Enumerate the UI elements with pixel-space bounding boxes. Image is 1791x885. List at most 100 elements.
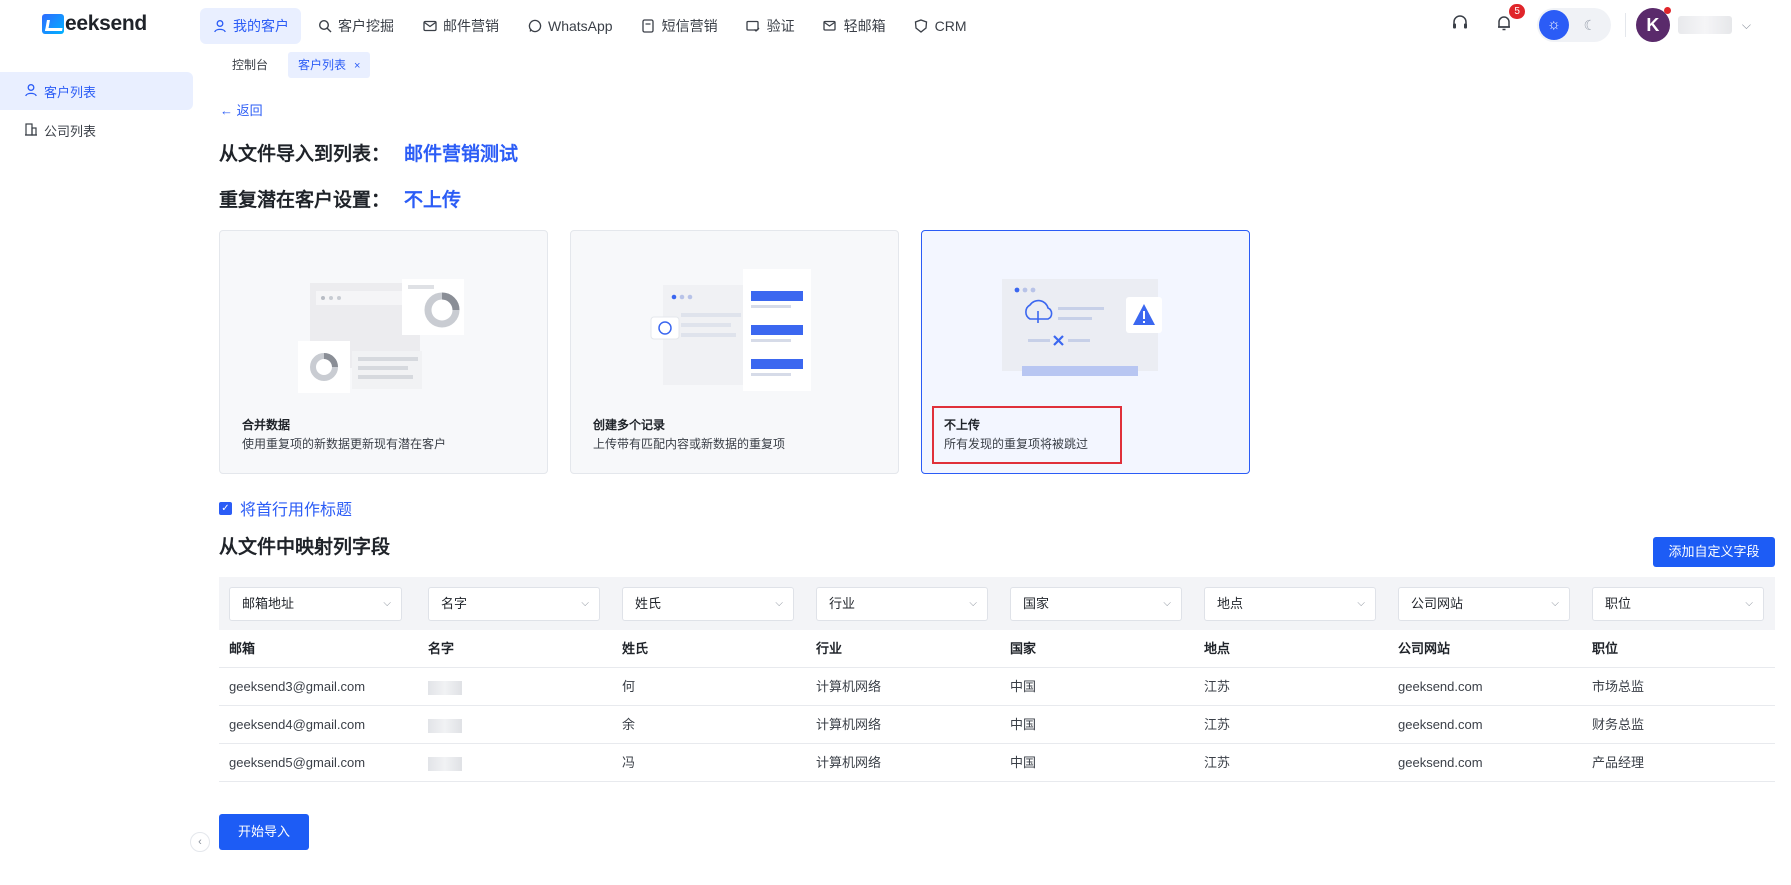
card-description: 使用重复项的新数据更新现有潜在客户 xyxy=(242,437,447,451)
table-cell: geeksend.com xyxy=(1398,717,1483,732)
tab-dashboard[interactable]: 控制台 xyxy=(222,52,278,78)
duplicate-setting-heading: 重复潜在客户设置： 不上传 xyxy=(219,185,461,212)
building-icon xyxy=(24,122,38,139)
nav-whatsapp[interactable]: WhatsApp xyxy=(515,8,625,44)
column-header: 姓氏 xyxy=(622,641,649,656)
dup-label: 重复潜在客户设置： xyxy=(219,190,391,211)
headset-icon[interactable] xyxy=(1449,14,1471,36)
column-header: 名字 xyxy=(428,641,455,656)
chevron-left-icon[interactable]: ‹ xyxy=(190,832,210,852)
nav-my-customers[interactable]: 我的客户 xyxy=(200,8,301,44)
sidebar-item-company-list[interactable]: 公司列表 xyxy=(0,111,193,149)
table-cell: 财务总监 xyxy=(1592,717,1645,732)
import-label: 从文件导入到列表： xyxy=(219,144,391,165)
user-icon xyxy=(24,83,38,100)
table-row: geeksend4@gmail.com 余 计算机网络 中国 江苏 geekse… xyxy=(219,706,1775,744)
moon-icon[interactable]: ☾ xyxy=(1575,10,1605,40)
table-cell: 冯 xyxy=(622,755,636,770)
bell-icon[interactable]: 5 xyxy=(1493,4,1525,36)
avatar[interactable]: K xyxy=(1635,7,1671,42)
column-header: 地点 xyxy=(1204,641,1231,656)
card-title: 创建多个记录 xyxy=(593,418,666,432)
dup-value: 不上传 xyxy=(404,190,462,211)
field-select[interactable]: 国家 ⌵ xyxy=(1010,587,1182,621)
table-row: geeksend3@gmail.com 何 计算机网络 中国 江苏 geekse… xyxy=(219,668,1775,706)
chevron-down-icon: ⌵ xyxy=(1357,598,1365,609)
sun-icon[interactable]: ☼ xyxy=(1538,10,1569,40)
nav-customer-mining[interactable]: 客户挖掘 xyxy=(305,8,406,44)
tab-customer-list[interactable]: 客户列表 × xyxy=(288,52,371,78)
blurred-name xyxy=(428,680,462,695)
nav-label: 邮件营销 xyxy=(443,18,499,34)
select-value: 国家 xyxy=(1023,596,1050,611)
table-cell: geeksend.com xyxy=(1398,755,1483,770)
select-value: 行业 xyxy=(829,596,856,611)
field-select[interactable]: 地点 ⌵ xyxy=(1204,587,1376,621)
table-cell: 中国 xyxy=(1010,755,1037,770)
field-select[interactable]: 公司网站 ⌵ xyxy=(1398,587,1570,621)
nav-crm[interactable]: CRM xyxy=(902,8,979,44)
chevron-down-icon: ⌵ xyxy=(1745,598,1753,609)
field-select[interactable]: 行业 ⌵ xyxy=(816,587,988,621)
nav-email-marketing[interactable]: 邮件营销 xyxy=(410,8,511,44)
sidebar-item-label: 公司列表 xyxy=(44,123,97,139)
user-icon xyxy=(212,19,227,34)
chevron-down-icon[interactable]: ⌵ xyxy=(1742,18,1751,33)
tab-label: 控制台 xyxy=(232,58,269,72)
sidebar-item-customer-list[interactable]: 客户列表 xyxy=(0,72,193,110)
nav-label: 客户挖掘 xyxy=(338,18,394,34)
close-icon[interactable]: × xyxy=(354,60,360,72)
blurred-name xyxy=(428,718,462,733)
username-blurred xyxy=(1677,16,1732,34)
field-select[interactable]: 姓氏 ⌵ xyxy=(622,587,794,621)
geeksend-logo[interactable]: eeksend xyxy=(42,12,147,36)
nav-sms-marketing[interactable]: 短信营销 xyxy=(629,8,730,44)
header-actions: 5 ☼ ☾ K ⌵ xyxy=(1449,4,1751,43)
table-cell: geeksend5@gmail.com xyxy=(229,755,366,770)
light-mail-icon xyxy=(823,19,838,34)
merge-illustration xyxy=(298,279,464,393)
add-custom-field-button[interactable]: 添加自定义字段 xyxy=(1653,537,1775,567)
table-cell: 余 xyxy=(622,717,636,732)
table-cell: 产品经理 xyxy=(1592,755,1645,770)
field-select[interactable]: 职位 ⌵ xyxy=(1592,587,1764,621)
theme-toggle[interactable]: ☼ ☾ xyxy=(1536,8,1611,42)
option-card-create-multiple[interactable]: 创建多个记录 上传带有匹配内容或新数据的重复项 xyxy=(570,230,899,474)
table-cell: 计算机网络 xyxy=(816,755,882,770)
table-cell: geeksend4@gmail.com xyxy=(229,717,366,732)
column-header: 行业 xyxy=(816,641,843,656)
multiple-records-illustration xyxy=(650,269,811,391)
nav-light-mailbox[interactable]: 轻邮箱 xyxy=(811,8,898,44)
checkbox-checked-icon[interactable]: ✓ xyxy=(219,501,232,515)
table-cell: 江苏 xyxy=(1204,717,1231,732)
nav-label: 轻邮箱 xyxy=(843,18,886,34)
mapping-table: 邮箱地址 ⌵ 名字 ⌵ 姓氏 ⌵ 行业 ⌵ 国家 ⌵ 地点 ⌵ 公司网站 ⌵ 职位 ⌵ 邮箱 名… xyxy=(219,577,1775,782)
select-value: 公司网站 xyxy=(1411,596,1464,611)
table-cell: geeksend3@gmail.com xyxy=(229,679,366,694)
nav-verify[interactable]: 验证 xyxy=(734,8,807,44)
back-label: 返回 xyxy=(236,103,263,118)
option-card-skip-upload[interactable]: 不上传 所有发现的重复项将被跳过 xyxy=(921,230,1250,474)
table-cell: 市场总监 xyxy=(1592,679,1645,694)
back-link[interactable]: ← 返回 xyxy=(220,100,263,119)
table-cell: 江苏 xyxy=(1204,679,1231,694)
logo-g-icon xyxy=(42,14,64,34)
nav-label: CRM xyxy=(934,18,967,34)
tab-label: 客户列表 xyxy=(298,58,347,72)
search-icon xyxy=(317,19,332,34)
start-import-button[interactable]: 开始导入 xyxy=(219,814,309,850)
nav-label: WhatsApp xyxy=(548,18,613,34)
field-select[interactable]: 邮箱地址 ⌵ xyxy=(229,587,402,621)
table-cell-blurred xyxy=(428,744,462,782)
verify-mail-icon xyxy=(746,19,761,34)
column-header: 国家 xyxy=(1010,641,1037,656)
card-description: 所有发现的重复项将被跳过 xyxy=(944,437,1089,451)
chevron-down-icon: ⌵ xyxy=(775,598,783,609)
main-content: ← 返回 从文件导入到列表： 邮件营销测试 重复潜在客户设置： 不上传 合并数据 使… xyxy=(200,80,1791,885)
option-card-merge[interactable]: 合并数据 使用重复项的新数据更新现有潜在客户 xyxy=(219,230,548,474)
card-title: 合并数据 xyxy=(242,418,291,432)
field-select[interactable]: 名字 ⌵ xyxy=(428,587,600,621)
table-cell: 计算机网络 xyxy=(816,679,882,694)
top-bar: eeksend 我的客户 客户挖掘 邮件营销 WhatsApp 短信营销 验证 … xyxy=(0,0,1791,50)
first-row-header-checkbox[interactable]: ✓ 将首行用作标题 xyxy=(219,496,352,520)
